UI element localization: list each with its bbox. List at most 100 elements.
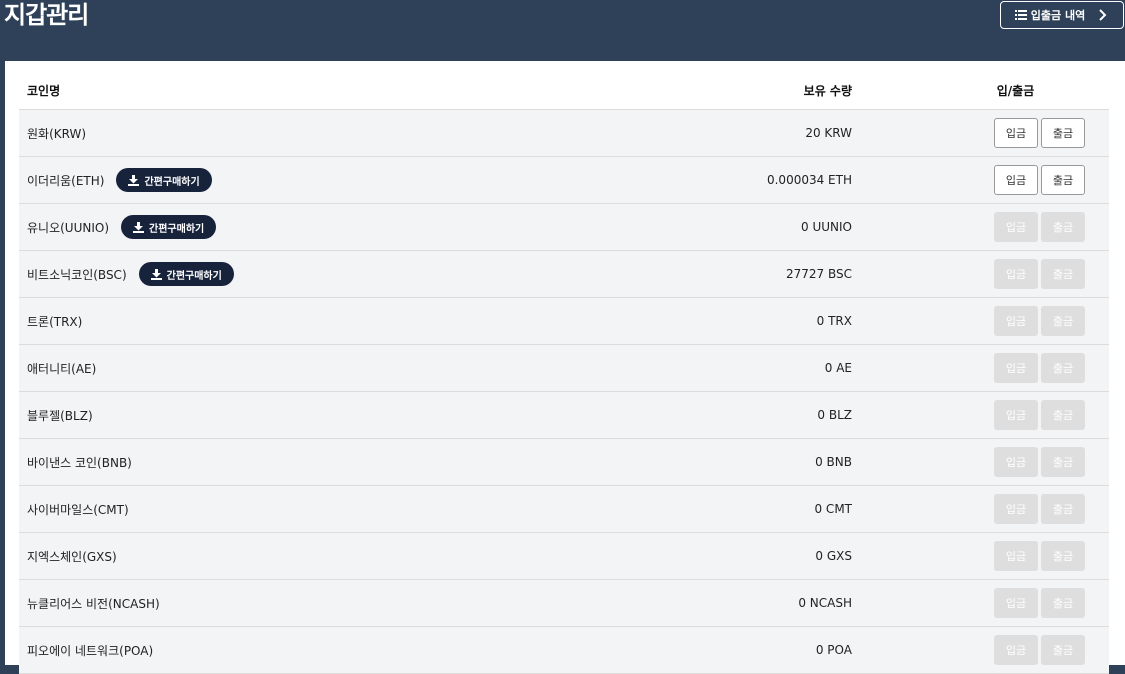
- coin-quantity: 0.000034 ETH: [766, 173, 852, 187]
- table-row: 트론(TRX) 0 TRX 입금 출금: [19, 298, 1109, 345]
- coin-name-cell: 뉴클리어스 비전(NCASH): [19, 595, 719, 612]
- quick-buy-button[interactable]: 간편구매하기: [116, 168, 212, 192]
- coin-name-cell: 블루젤(BLZ): [19, 407, 719, 424]
- coin-name: 비트소닉코인(BSC): [27, 267, 127, 282]
- table-row: 사이버마일스(CMT) 0 CMT 입금 출금: [19, 486, 1109, 533]
- withdraw-button: 출금: [1041, 259, 1085, 289]
- deposit-button: 입금: [994, 447, 1038, 477]
- list-icon: [1014, 10, 1027, 20]
- coin-name: 트론(TRX): [27, 314, 83, 329]
- header-bar: 지갑관리 입출금 내역: [0, 0, 1125, 61]
- deposit-button: 입금: [994, 400, 1038, 430]
- coin-quantity: 0 BNB: [815, 455, 852, 469]
- header-actions: 입/출금: [996, 84, 1035, 98]
- header-quantity: 보유 수량: [803, 84, 852, 98]
- wallet-table: 코인명 보유 수량 입/출금 원화(KRW) 20 KRW 입금 출금 이더리움(ETH…: [19, 72, 1109, 674]
- withdraw-button: 출금: [1041, 400, 1085, 430]
- withdraw-button: 출금: [1041, 541, 1085, 571]
- actions-cell: 입금 출금: [852, 588, 1109, 618]
- actions-cell: 입금 출금: [852, 494, 1109, 524]
- coin-quantity: 0 BLZ: [817, 408, 852, 422]
- actions-cell: 입금 출금: [852, 259, 1109, 289]
- coin-name: 피오에이 네트워크(POA): [27, 643, 154, 658]
- deposit-button: 입금: [994, 494, 1038, 524]
- coin-name-cell: 지엑스체인(GXS): [19, 548, 719, 565]
- coin-quantity: 0 GXS: [815, 549, 852, 563]
- table-row: 원화(KRW) 20 KRW 입금 출금: [19, 110, 1109, 157]
- actions-cell: 입금 출금: [852, 165, 1109, 195]
- page-title: 지갑관리: [4, 1, 89, 29]
- download-icon: [150, 268, 162, 280]
- table-row: 유니오(UUNIO) 간편구매하기 0 UUNIO 입금 출금: [19, 204, 1109, 251]
- coin-name-cell: 비트소닉코인(BSC) 간편구매하기: [19, 262, 719, 286]
- actions-cell: 입금 출금: [852, 635, 1109, 665]
- coin-quantity: 0 NCASH: [798, 596, 852, 610]
- coin-name-cell: 유니오(UUNIO) 간편구매하기: [19, 215, 719, 239]
- deposit-button: 입금: [994, 541, 1038, 571]
- coin-quantity: 0 TRX: [816, 314, 852, 328]
- withdraw-button: 출금: [1041, 494, 1085, 524]
- deposit-button: 입금: [994, 212, 1038, 242]
- coin-quantity: 0 POA: [815, 643, 852, 657]
- withdraw-button: 출금: [1041, 447, 1085, 477]
- coin-name: 블루젤(BLZ): [27, 408, 93, 423]
- coin-name: 원화(KRW): [27, 126, 87, 141]
- actions-cell: 입금 출금: [852, 212, 1109, 242]
- deposit-button: 입금: [994, 353, 1038, 383]
- table-row: 뉴클리어스 비전(NCASH) 0 NCASH 입금 출금: [19, 580, 1109, 627]
- deposit-button: 입금: [994, 635, 1038, 665]
- coin-quantity: 0 CMT: [814, 502, 852, 516]
- table-body: 원화(KRW) 20 KRW 입금 출금 이더리움(ETH) 간편구매하기 0.000034…: [19, 110, 1109, 674]
- actions-cell: 입금 출금: [852, 541, 1109, 571]
- withdraw-button[interactable]: 출금: [1041, 118, 1085, 148]
- coin-name: 이더리움(ETH): [27, 173, 105, 188]
- coin-name-cell: 바이낸스 코인(BNB): [19, 454, 719, 471]
- chevron-right-icon: [1099, 9, 1107, 21]
- quick-buy-label: 간편구매하기: [149, 223, 205, 235]
- deposit-button[interactable]: 입금: [994, 165, 1038, 195]
- table-row: 이더리움(ETH) 간편구매하기 0.000034 ETH 입금 출금: [19, 157, 1109, 204]
- coin-quantity: 0 AE: [824, 361, 852, 375]
- deposit-button: 입금: [994, 306, 1038, 336]
- table-row: 비트소닉코인(BSC) 간편구매하기 27727 BSC 입금 출금: [19, 251, 1109, 298]
- wallet-panel: 코인명 보유 수량 입/출금 원화(KRW) 20 KRW 입금 출금 이더리움(ETH…: [5, 61, 1125, 674]
- table-row: 지엑스체인(GXS) 0 GXS 입금 출금: [19, 533, 1109, 580]
- download-icon: [128, 174, 140, 186]
- actions-cell: 입금 출금: [852, 400, 1109, 430]
- coin-name-cell: 원화(KRW): [19, 125, 719, 142]
- quick-buy-label: 간편구매하기: [166, 270, 222, 282]
- coin-quantity: 20 KRW: [805, 126, 852, 140]
- withdraw-button[interactable]: 출금: [1041, 165, 1085, 195]
- coin-name-cell: 애터니티(AE): [19, 360, 719, 377]
- table-row: 블루젤(BLZ) 0 BLZ 입금 출금: [19, 392, 1109, 439]
- actions-cell: 입금 출금: [852, 353, 1109, 383]
- table-row: 피오에이 네트워크(POA) 0 POA 입금 출금: [19, 627, 1109, 674]
- withdraw-button: 출금: [1041, 588, 1085, 618]
- coin-name-cell: 사이버마일스(CMT): [19, 501, 719, 518]
- coin-name: 유니오(UUNIO): [27, 220, 110, 235]
- actions-cell: 입금 출금: [852, 447, 1109, 477]
- download-icon: [133, 221, 145, 233]
- deposit-button: 입금: [994, 259, 1038, 289]
- withdraw-button: 출금: [1041, 212, 1085, 242]
- quick-buy-label: 간편구매하기: [144, 176, 200, 188]
- actions-cell: 입금 출금: [852, 118, 1109, 148]
- coin-name-cell: 피오에이 네트워크(POA): [19, 642, 719, 659]
- history-label: 입출금 내역: [1030, 9, 1086, 22]
- deposit-button[interactable]: 입금: [994, 118, 1038, 148]
- quick-buy-button[interactable]: 간편구매하기: [138, 262, 234, 286]
- coin-name-cell: 트론(TRX): [19, 313, 719, 330]
- table-header: 코인명 보유 수량 입/출금: [19, 72, 1109, 110]
- history-button[interactable]: 입출금 내역: [1000, 1, 1124, 29]
- quick-buy-button[interactable]: 간편구매하기: [121, 215, 217, 239]
- coin-name: 지엑스체인(GXS): [27, 549, 117, 564]
- coin-name: 뉴클리어스 비전(NCASH): [27, 596, 160, 611]
- coin-quantity: 27727 BSC: [785, 267, 852, 281]
- coin-quantity: 0 UUNIO: [801, 220, 852, 234]
- coin-name: 바이낸스 코인(BNB): [27, 455, 132, 470]
- coin-name-cell: 이더리움(ETH) 간편구매하기: [19, 168, 719, 192]
- table-row: 바이낸스 코인(BNB) 0 BNB 입금 출금: [19, 439, 1109, 486]
- actions-cell: 입금 출금: [852, 306, 1109, 336]
- coin-name: 애터니티(AE): [27, 361, 97, 376]
- table-row: 애터니티(AE) 0 AE 입금 출금: [19, 345, 1109, 392]
